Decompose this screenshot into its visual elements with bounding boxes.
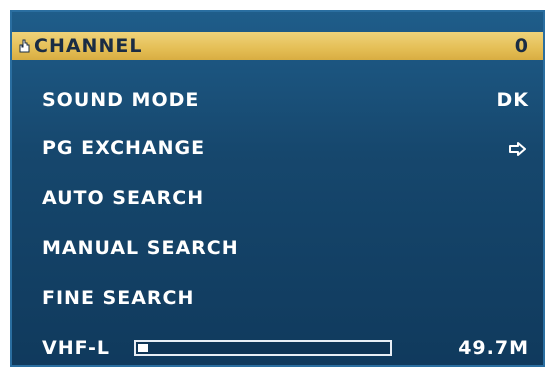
frequency-level-fill [138, 344, 148, 352]
menu-item-label: MANUAL SEARCH [42, 237, 239, 259]
frequency-level-bar [134, 340, 392, 356]
menu-item-label: FINE SEARCH [42, 287, 195, 309]
menu-item-label: SOUND MODE [42, 89, 200, 111]
menu-item-auto-search[interactable]: AUTO SEARCH [12, 184, 543, 212]
right-arrow-icon [509, 142, 526, 156]
band-status-row: VHF-L 49.7M [12, 334, 543, 362]
menu-item-label: PG EXCHANGE [42, 137, 206, 159]
menu-item-label: CHANNEL [34, 35, 143, 57]
menu-item-manual-search[interactable]: MANUAL SEARCH [12, 234, 543, 262]
menu-item-fine-search[interactable]: FINE SEARCH [12, 284, 543, 312]
band-label: VHF-L [42, 337, 110, 359]
menu-item-channel[interactable]: CHANNEL 0 [12, 32, 543, 60]
menu-item-label: AUTO SEARCH [42, 187, 205, 209]
hand-pointer-icon [19, 39, 30, 53]
sound-mode-value: DK [496, 89, 529, 111]
channel-value: 0 [514, 35, 529, 57]
frequency-readout: 49.7M [458, 337, 529, 359]
menu-item-pg-exchange[interactable]: PG EXCHANGE [12, 134, 543, 162]
osd-menu-screen: CHANNEL 0 SOUND MODE DK PG EXCHANGE AUTO… [10, 10, 545, 367]
menu-item-sound-mode[interactable]: SOUND MODE DK [12, 86, 543, 114]
